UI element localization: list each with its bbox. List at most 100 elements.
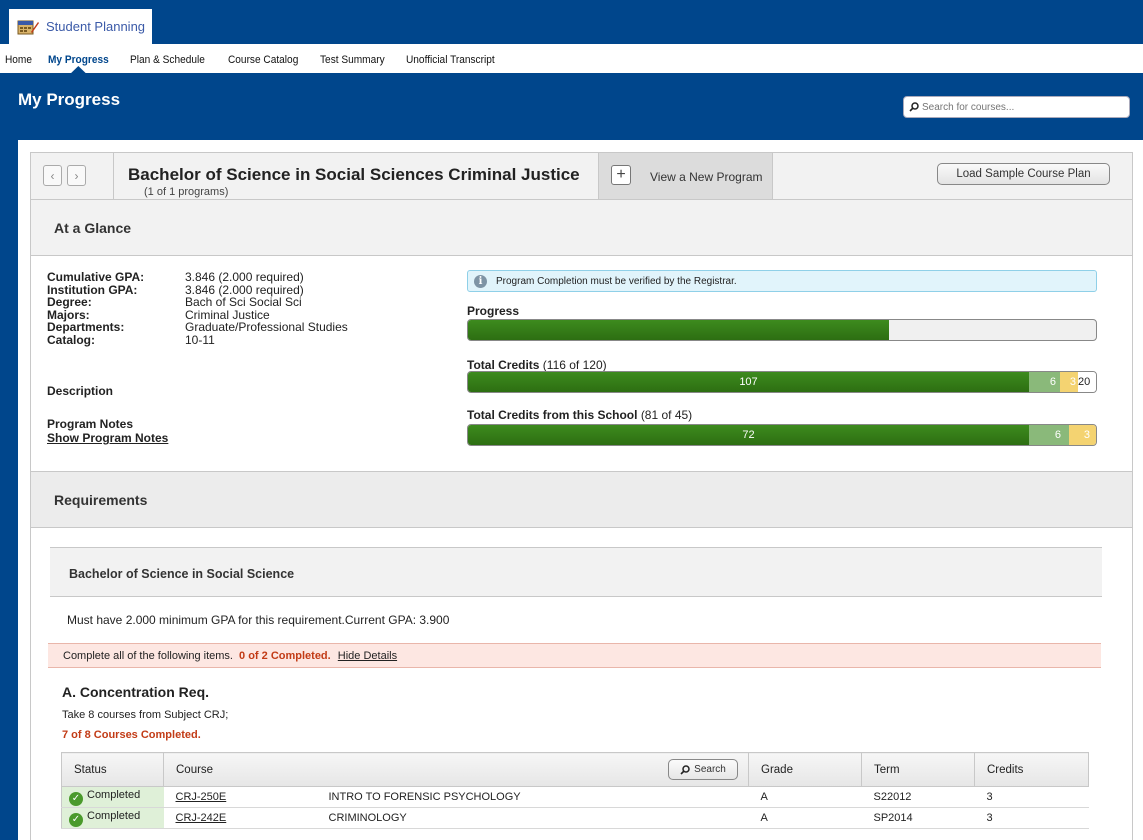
credits-cell: 3 — [974, 807, 1089, 829]
fact-row: Degree: Bach of Sci Social Sci — [47, 296, 348, 309]
course-column-label: Course — [176, 763, 214, 776]
term-cell: SP2014 — [861, 807, 975, 829]
next-program-button[interactable]: › — [67, 165, 86, 186]
info-icon: i — [474, 274, 487, 288]
nav-home[interactable]: Home — [5, 44, 32, 73]
fact-label: Degree: — [47, 295, 92, 310]
group-title: A. Concentration Req. — [62, 684, 210, 700]
grade-cell: A — [748, 807, 862, 829]
search-icon — [680, 764, 690, 775]
school-completed-segment: 72 — [468, 425, 1029, 445]
main-nav: Home My Progress Plan & Schedule Course … — [0, 44, 1143, 74]
status-cell: ✓ Completed — [61, 786, 164, 808]
course-cell: CRJ-250E INTRO TO FORENSIC PSYCHOLOGY — [163, 786, 749, 808]
gpa-requirement-note: Must have 2.000 minimum GPA for this req… — [67, 613, 450, 627]
at-a-glance-heading: At a Glance — [54, 220, 132, 236]
course-search-label: Search — [694, 764, 726, 775]
grade-cell: A — [748, 786, 862, 808]
course-code-link[interactable]: CRJ-242E — [176, 812, 227, 824]
requirement-block-title: Bachelor of Science in Social Science — [69, 567, 295, 581]
table-row: ✓ Completed CRJ-250E INTRO TO FORENSIC PS… — [61, 786, 1089, 808]
status-text: Complete all of the following items. — [63, 650, 233, 662]
total-credits-detail: (116 of 120) — [542, 358, 607, 372]
top-bar: Student Planning — [0, 0, 1143, 44]
requirements-header: Requirements — [31, 471, 1132, 528]
prev-program-button[interactable]: ‹ — [43, 165, 62, 186]
group-instruction: Take 8 courses from Subject CRJ; — [62, 709, 229, 721]
course-table: Status Course Search Grade Term Credits … — [61, 752, 1089, 829]
progress-label-text: Progress — [467, 304, 520, 318]
fact-value: 3.846 (2.000 required) — [185, 270, 304, 284]
program-header: ‹ › Bachelor of Science in Social Scienc… — [31, 153, 1132, 200]
chevron-right-icon: › — [74, 168, 79, 183]
status-column-header: Status — [61, 752, 164, 787]
credits-column-header: Credits — [974, 752, 1089, 787]
progress-label: Progress — [467, 304, 519, 318]
fact-row: Catalog: 10-11 — [47, 334, 348, 347]
program-count: (1 of 1 programs) — [144, 186, 229, 198]
hide-details-link[interactable]: Hide Details — [338, 650, 397, 662]
load-sample-plan-button[interactable]: Load Sample Course Plan — [937, 163, 1110, 185]
description-label: Description — [47, 384, 114, 398]
requirement-block-header: Bachelor of Science in Social Science — [50, 547, 1102, 597]
view-new-program-tab[interactable]: + View a New Program — [598, 153, 773, 199]
registrar-info-alert: i Program Completion must be verified by… — [467, 270, 1097, 292]
status-count: 0 of 2 Completed. — [239, 650, 331, 662]
main-panel: ‹ › Bachelor of Science in Social Scienc… — [18, 140, 1143, 840]
total-credits-bar: 107 6 3 20 — [467, 371, 1097, 393]
nav-unofficial-transcript[interactable]: Unofficial Transcript — [406, 44, 495, 73]
plus-icon[interactable]: + — [611, 165, 631, 185]
course-name: CRIMINOLOGY — [328, 812, 407, 824]
status-cell: ✓ Completed — [61, 807, 164, 829]
course-search-input[interactable] — [922, 101, 1122, 113]
at-a-glance-header: At a Glance — [31, 200, 1132, 256]
status-label: Completed — [87, 809, 141, 822]
total-credits-label-text: Total Credits — [467, 358, 540, 372]
total-credits-label: Total Credits (116 of 120) — [467, 358, 607, 372]
show-program-notes-link[interactable]: Show Program Notes — [47, 431, 168, 445]
search-icon — [909, 102, 919, 112]
app-tab[interactable]: Student Planning — [9, 9, 152, 44]
remaining-credits-segment: 20 — [1078, 372, 1096, 392]
nav-course-catalog[interactable]: Course Catalog — [228, 44, 298, 73]
fact-label: Cumulative GPA: — [47, 270, 145, 284]
requirements-heading: Requirements — [54, 492, 148, 508]
fact-value: Bach of Sci Social Sci — [185, 295, 302, 310]
program-nav-arrows: ‹ › — [31, 153, 114, 199]
course-search-box[interactable] — [903, 96, 1130, 118]
group-completed-count: 7 of 8 Courses Completed. — [62, 729, 201, 741]
planned-credits-segment: 3 — [1060, 372, 1078, 392]
school-credits-label: Total Credits from this School (81 of 45… — [467, 408, 692, 422]
calendar-icon — [17, 20, 39, 34]
page-title: My Progress — [18, 90, 121, 109]
course-code-link[interactable]: CRJ-250E — [176, 791, 227, 803]
term-column-header: Term — [861, 752, 975, 787]
app-title: Student Planning — [46, 19, 146, 34]
fact-label: Catalog: — [47, 332, 95, 347]
view-new-program-label: View a New Program — [650, 170, 763, 184]
credits-cell: 3 — [974, 786, 1089, 808]
course-name: INTRO TO FORENSIC PSYCHOLOGY — [328, 791, 521, 803]
school-planned-segment: 3 — [1069, 425, 1096, 445]
term-cell: S22012 — [861, 786, 975, 808]
school-credits-detail: (81 of 45) — [640, 408, 693, 422]
program-title: Bachelor of Science in Social Sciences C… — [128, 165, 580, 184]
completed-credits-segment: 107 — [468, 372, 1029, 392]
nav-my-progress[interactable]: My Progress — [48, 44, 109, 74]
program-notes-label: Program Notes — [47, 417, 134, 431]
nav-test-summary[interactable]: Test Summary — [320, 44, 385, 73]
course-column-header: Course Search — [163, 752, 749, 787]
fact-row: Cumulative GPA: 3.846 (2.000 required) — [47, 271, 348, 284]
school-credits-bar: 72 6 3 — [467, 424, 1097, 446]
check-circle-icon: ✓ — [69, 791, 83, 806]
progress-bar — [467, 319, 1097, 341]
table-header-row: Status Course Search Grade Term Credits — [61, 752, 1089, 787]
status-label: Completed — [87, 788, 141, 801]
fact-value: 10-11 — [185, 332, 215, 347]
school-credits-label-text: Total Credits from this School — [467, 408, 638, 422]
in-progress-credits-segment: 6 — [1029, 372, 1060, 392]
course-cell: CRJ-242E CRIMINOLOGY — [163, 807, 749, 829]
course-search-button[interactable]: Search — [668, 759, 738, 780]
program-facts: Cumulative GPA: 3.846 (2.000 required) In… — [47, 271, 348, 347]
nav-plan-schedule[interactable]: Plan & Schedule — [130, 44, 205, 73]
